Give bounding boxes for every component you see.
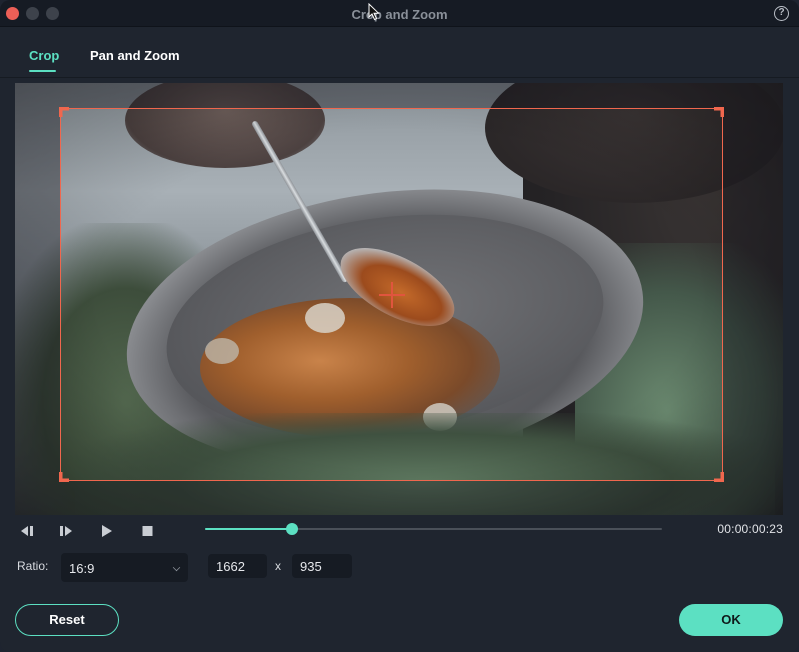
crop-shade-bottom: [15, 481, 783, 515]
video-preview[interactable]: [15, 83, 783, 515]
reset-button[interactable]: Reset: [15, 604, 119, 636]
stop-icon: [142, 526, 153, 536]
crop-rectangle[interactable]: [59, 107, 724, 482]
next-frame-button[interactable]: [59, 524, 74, 538]
tab-pan-and-zoom[interactable]: Pan and Zoom: [90, 48, 180, 63]
ratio-dropdown[interactable]: 16:9: [61, 553, 188, 582]
crop-width-input[interactable]: [208, 554, 267, 578]
crop-center-crosshair-icon: [379, 282, 405, 308]
ok-button[interactable]: OK: [679, 604, 783, 636]
play-button[interactable]: [101, 524, 113, 538]
crop-shade-left: [15, 108, 60, 481]
chevron-down-icon: [172, 563, 181, 572]
crop-handle-top-right[interactable]: [714, 107, 724, 117]
timecode: 00:00:00:23: [717, 522, 783, 536]
tab-bar: Crop Pan and Zoom: [0, 28, 799, 78]
step-forward-icon: [60, 526, 72, 536]
previous-frame-button[interactable]: [20, 524, 35, 538]
dimension-separator: x: [275, 559, 281, 573]
crop-shade-top: [15, 83, 783, 108]
slider-progress: [205, 528, 292, 530]
title-bar: Crop and Zoom ?: [0, 0, 799, 27]
crop-handle-bottom-right[interactable]: [714, 472, 724, 482]
crop-height-input[interactable]: [292, 554, 352, 578]
play-icon: [102, 525, 112, 537]
window-title: Crop and Zoom: [351, 7, 448, 22]
ratio-label: Ratio:: [17, 559, 49, 573]
stop-button[interactable]: [142, 524, 153, 538]
playback-slider[interactable]: [205, 522, 662, 536]
help-icon[interactable]: ?: [774, 6, 789, 21]
tab-crop[interactable]: Crop: [29, 48, 59, 63]
crop-handle-bottom-left[interactable]: [59, 472, 69, 482]
ratio-selected-value: 16:9: [69, 561, 95, 576]
step-backward-icon: [21, 526, 33, 536]
mouse-cursor-icon: [368, 3, 380, 21]
crop-handle-top-left[interactable]: [59, 107, 69, 117]
active-tab-indicator: [29, 70, 56, 72]
slider-thumb[interactable]: [285, 523, 298, 535]
crop-and-zoom-window: Crop and Zoom ? Crop Pan and Zoom 00:00:…: [0, 0, 799, 652]
crop-shade-right: [723, 108, 783, 481]
